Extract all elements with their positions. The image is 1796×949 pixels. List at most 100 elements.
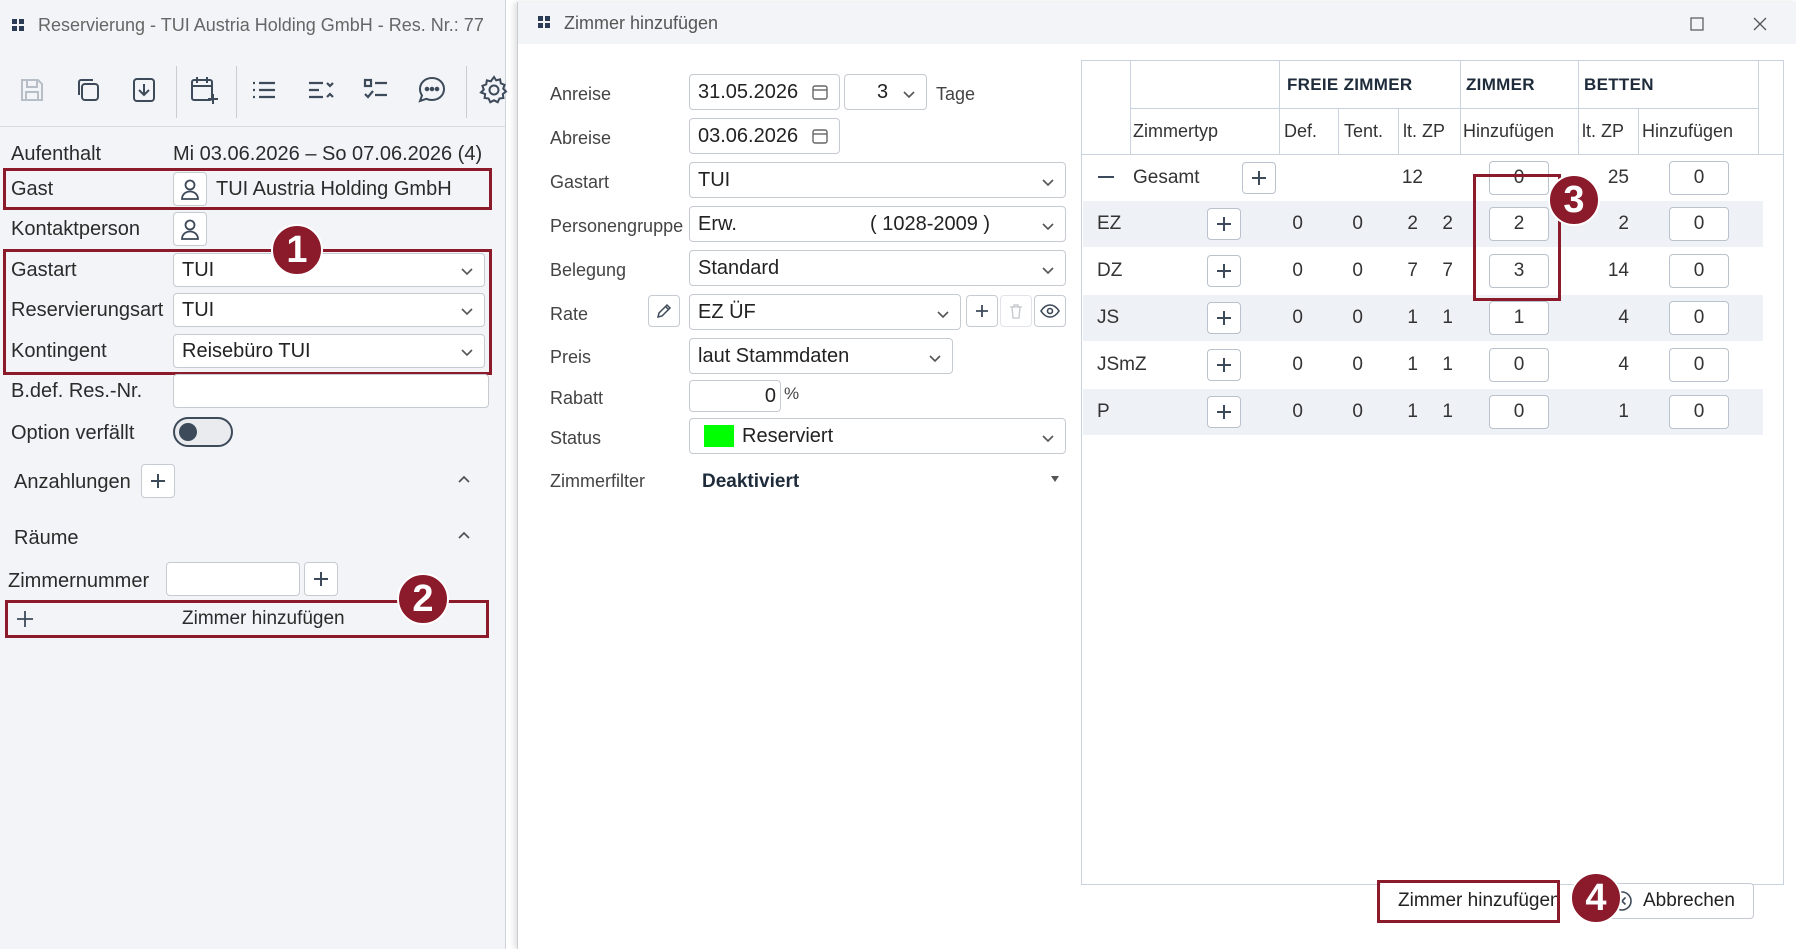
- total-betten-add-input[interactable]: 0: [1669, 161, 1729, 195]
- reservation-window: Reservierung - TUI Austria Holding GmbH …: [0, 0, 508, 949]
- copy-icon[interactable]: [68, 70, 108, 110]
- rabatt-value: 0: [764, 384, 776, 407]
- col-ltzp-betten: lt. ZP: [1582, 121, 1625, 141]
- list-icon[interactable]: [244, 70, 284, 110]
- table-row: DZ 0 0 7 7 3 14 0: [1083, 248, 1763, 294]
- anreise-date-input[interactable]: 31.05.2026: [689, 74, 840, 110]
- personengruppe-select[interactable]: Erw. ( 1028-2009 ): [689, 206, 1066, 242]
- sort-list-icon[interactable]: [300, 70, 340, 110]
- zimmer-add-input[interactable]: 0: [1489, 348, 1549, 382]
- add-zimmernummer-button[interactable]: [304, 562, 338, 596]
- preis-label: Preis: [550, 347, 592, 367]
- betten-add-input[interactable]: 0: [1669, 207, 1729, 241]
- table-row: EZ 0 0 2 2 2 2 0: [1083, 201, 1763, 247]
- betten-add-input[interactable]: 0: [1669, 301, 1729, 335]
- betten-add-input[interactable]: 0: [1669, 348, 1729, 382]
- dlg-gastart-value: TUI: [698, 168, 731, 191]
- free-value: 7: [1442, 260, 1453, 281]
- belegung-value: Standard: [698, 256, 780, 279]
- gear-icon[interactable]: [474, 70, 514, 110]
- room-type: JSmZ: [1097, 354, 1147, 375]
- dlg-gastart-select[interactable]: TUI: [689, 162, 1066, 198]
- room-type: EZ: [1097, 213, 1122, 234]
- betten-value: 14: [1607, 260, 1629, 281]
- step-badge-3: 3: [1548, 174, 1600, 226]
- betten-add-input[interactable]: 0: [1669, 395, 1729, 429]
- collapse-anzahlungen-icon[interactable]: [456, 471, 472, 487]
- def-value: 0: [1292, 354, 1303, 375]
- checklist-icon[interactable]: [356, 70, 396, 110]
- option-label: Option verfällt: [11, 422, 135, 444]
- room-type: DZ: [1097, 260, 1123, 281]
- tage-value: 3: [877, 80, 889, 103]
- belegung-select[interactable]: Standard: [689, 250, 1066, 286]
- col-hinzufuegen-betten: Hinzufügen: [1642, 121, 1734, 141]
- tage-select[interactable]: 3: [844, 74, 927, 110]
- dropdown-triangle-icon: [1051, 476, 1059, 482]
- add-anzahlung-button[interactable]: [141, 464, 175, 498]
- free-value: 1: [1442, 401, 1453, 422]
- add-room-type-button[interactable]: [1207, 349, 1241, 381]
- dialog-cancel-button[interactable]: Abbrechen: [1604, 883, 1754, 919]
- view-rate-eye-icon[interactable]: [1034, 295, 1066, 327]
- option-toggle[interactable]: [173, 417, 233, 447]
- zimmer-add-input[interactable]: 1: [1489, 301, 1549, 335]
- total-row: Gesamt 12 0 25 0: [1083, 155, 1763, 201]
- def-value: 0: [1292, 401, 1303, 422]
- delete-rate-trash-icon[interactable]: [1000, 295, 1032, 327]
- tent-value: 0: [1352, 260, 1363, 281]
- add-room-type-button[interactable]: [1207, 255, 1241, 287]
- rate-select[interactable]: EZ ÜF: [689, 294, 961, 330]
- zimmernummer-label: Zimmernummer: [8, 570, 150, 592]
- zimmerfilter-select[interactable]: Deaktiviert: [689, 464, 1066, 498]
- belegung-label: Belegung: [550, 260, 627, 280]
- zimmerfilter-label: Zimmerfilter: [550, 471, 645, 491]
- add-room-type-button[interactable]: [1207, 302, 1241, 334]
- collapse-minus-icon[interactable]: [1097, 155, 1115, 201]
- close-icon[interactable]: [1740, 6, 1780, 42]
- download-icon[interactable]: [124, 70, 164, 110]
- status-color-swatch: [704, 425, 734, 447]
- free-value: 2: [1442, 213, 1453, 234]
- zimmernummer-input[interactable]: [166, 562, 300, 596]
- col-zimmertyp: Zimmertyp: [1133, 121, 1218, 141]
- tent-value: 0: [1352, 213, 1363, 234]
- window-title: Reservierung - TUI Austria Holding GmbH …: [38, 15, 484, 35]
- tage-unit: Tage: [936, 84, 976, 104]
- preis-select[interactable]: laut Stammdaten: [689, 338, 953, 374]
- add-room-type-button[interactable]: [1207, 208, 1241, 240]
- add-room-type-button[interactable]: [1207, 396, 1241, 428]
- status-select[interactable]: Reserviert: [689, 418, 1066, 454]
- save-icon[interactable]: [12, 70, 52, 110]
- zimmer-add-input[interactable]: 0: [1489, 395, 1549, 429]
- calendar-icon: [812, 85, 828, 100]
- zimmerfilter-value: Deaktiviert: [702, 471, 800, 492]
- chat-icon[interactable]: [412, 70, 452, 110]
- raeume-label: Räume: [14, 527, 79, 549]
- maximize-icon[interactable]: [1677, 6, 1717, 42]
- dlg-gastart-label: Gastart: [550, 172, 610, 192]
- app-icon: [12, 19, 24, 31]
- ltzp-value: 7: [1407, 260, 1418, 281]
- aufenthalt-label: Aufenthalt: [11, 143, 102, 165]
- col-ltzp: lt. ZP: [1403, 121, 1446, 141]
- contact-person-button[interactable]: [173, 212, 207, 246]
- edit-rate-pencil-icon[interactable]: [648, 295, 680, 327]
- bdef-input[interactable]: [173, 374, 489, 408]
- personengruppe-label: Personengruppe: [550, 216, 684, 236]
- bdef-label: B.def. Res.-Nr.: [11, 380, 143, 402]
- abreise-date-input[interactable]: 03.06.2026: [689, 118, 840, 154]
- rabatt-input[interactable]: 0: [689, 380, 781, 412]
- anzahlungen-label: Anzahlungen: [14, 471, 131, 493]
- def-value: 0: [1292, 213, 1303, 234]
- collapse-raeume-icon[interactable]: [456, 527, 472, 543]
- step-badge-1: 1: [271, 224, 323, 276]
- betten-add-input[interactable]: 0: [1669, 254, 1729, 288]
- anreise-value: 31.05.2026: [698, 80, 799, 103]
- preis-value: laut Stammdaten: [698, 344, 850, 367]
- col-tent: Tent.: [1344, 121, 1384, 141]
- calendar-icon: [812, 129, 828, 144]
- add-total-button[interactable]: [1242, 162, 1276, 194]
- calendar-add-icon[interactable]: [184, 70, 224, 110]
- add-rate-button[interactable]: [966, 295, 998, 327]
